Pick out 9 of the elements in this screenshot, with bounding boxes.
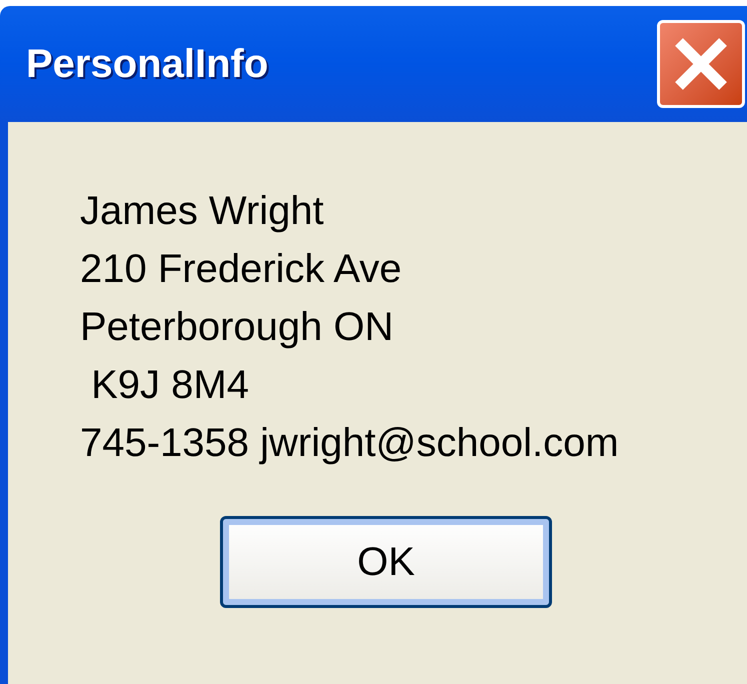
message-text: Peterborough ON: [80, 304, 395, 351]
message-text: K9J 8M4: [90, 362, 250, 409]
close-button[interactable]: [657, 20, 745, 108]
ok-button[interactable]: OK: [220, 516, 552, 608]
close-icon: [673, 36, 729, 92]
message-text: 210 Frederick Ave: [80, 246, 403, 293]
message-text: 745-1358 jwright@school.com: [80, 420, 620, 467]
message-text: James Wright: [80, 188, 325, 235]
window-title: PersonalInfo: [26, 41, 268, 88]
